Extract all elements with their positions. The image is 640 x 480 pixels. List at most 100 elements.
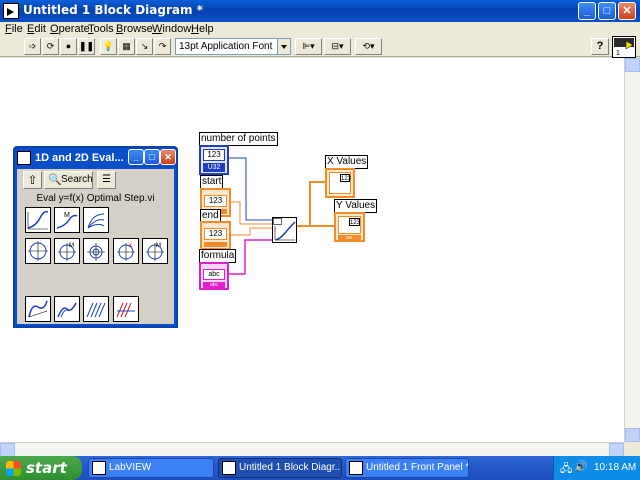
label-x-values[interactable]: X Values <box>325 155 369 169</box>
graph-curve-icon <box>273 218 296 241</box>
eval-polar-m-icon[interactable]: M <box>54 238 80 264</box>
maximize-button[interactable]: □ <box>598 2 616 20</box>
eval-polar-x-icon[interactable]: x <box>113 238 139 264</box>
menu-operate[interactable]: Operate <box>50 23 90 35</box>
scroll-right-button[interactable] <box>609 443 624 457</box>
eval-polar-mx-icon[interactable]: M <box>142 238 168 264</box>
task-label: Untitled 1 Block Diagr... <box>239 462 342 473</box>
eval-3d-mesh-icon[interactable] <box>83 296 109 322</box>
scroll-down-button[interactable] <box>625 428 640 442</box>
eval-x-y-icon[interactable]: M <box>54 207 80 233</box>
label-formula[interactable]: formula <box>199 249 237 263</box>
wire-x-values[interactable] <box>297 181 326 227</box>
minimize-button[interactable]: _ <box>578 2 596 20</box>
eval-3d-surface-icon[interactable] <box>25 296 51 322</box>
reorder-icon[interactable]: ⟲▾ <box>355 38 382 55</box>
eval-subvi-node[interactable] <box>272 217 297 243</box>
font-selector[interactable]: 13pt Application Font <box>175 38 291 55</box>
vi-name-label: Eval y=f(x) Optimal Step.vi <box>36 193 155 204</box>
task-labview[interactable]: LabVIEW <box>88 458 214 478</box>
align-objects-icon[interactable]: ⊫▾ <box>295 38 322 55</box>
labview-app-icon <box>92 461 106 475</box>
distribute-objects-icon[interactable]: ⊟▾ <box>324 38 351 55</box>
wire-end[interactable] <box>231 227 272 236</box>
string-type-badge: abc <box>203 282 225 288</box>
type-badge: U32 <box>203 163 225 172</box>
menu-file[interactable]: File <box>5 23 23 35</box>
terminal-end[interactable]: 123 <box>200 221 231 250</box>
step-over-icon[interactable]: ↷ <box>154 38 171 55</box>
task-front-panel[interactable]: Untitled 1 Front Panel * <box>345 458 469 478</box>
horizontal-scrollbar[interactable] <box>0 442 624 457</box>
terminal-number-of-points[interactable]: 123 U32 <box>199 145 229 175</box>
svg-text:M: M <box>64 212 70 219</box>
close-button[interactable]: ✕ <box>618 2 636 20</box>
labview-app-icon[interactable] <box>3 3 19 19</box>
taskbar: start LabVIEW Untitled 1 Block Diagr... … <box>0 456 640 480</box>
array-indicator-icon: 123 <box>329 172 351 194</box>
labview-app-icon <box>349 461 363 475</box>
run-continuous-icon[interactable]: ⟳ <box>42 38 59 55</box>
terminal-y-values[interactable]: 123 DBL <box>334 212 365 242</box>
title-bar[interactable]: Untitled 1 Block Diagram * _ □ ✕ <box>0 0 640 22</box>
menu-help[interactable]: Help <box>191 23 214 35</box>
start-label: start <box>26 459 67 477</box>
palette-body: ⇧ 🔍 Search ☰ Eval y=f(x) Optimal Step.vi… <box>17 169 174 324</box>
wire-number-of-points[interactable] <box>229 157 272 221</box>
wire-start[interactable] <box>231 201 272 225</box>
svg-text:M: M <box>69 243 74 249</box>
start-button[interactable]: start <box>0 456 82 480</box>
palette-app-icon <box>17 151 31 165</box>
menu-tools[interactable]: Tools <box>88 23 114 35</box>
block-diagram-canvas[interactable]: number of points 123 U32 start 123 end 1… <box>0 58 624 442</box>
clock[interactable]: 10:18 AM <box>594 462 636 473</box>
eval-optimal-step-icon[interactable] <box>25 207 51 233</box>
windows-flag-icon <box>6 461 21 476</box>
scroll-up-button[interactable] <box>625 58 640 72</box>
vi-connector-icon[interactable]: 1 <box>612 36 636 58</box>
step-into-icon[interactable]: ↘ <box>136 38 153 55</box>
menu-edit[interactable]: Edit <box>27 23 46 35</box>
palette-close-button[interactable]: ✕ <box>160 149 176 165</box>
palette-minimize-button[interactable]: _ <box>128 149 144 165</box>
highlight-execution-icon[interactable]: 💡 <box>100 38 117 55</box>
array-element: 123 <box>340 174 352 182</box>
system-tray: 🖧 🔊 10:18 AM <box>553 456 640 480</box>
terminal-formula[interactable]: abc abc <box>199 262 229 290</box>
numeric-icon: 123 <box>204 228 227 240</box>
scroll-left-button[interactable] <box>0 443 15 457</box>
pause-icon[interactable]: ❚❚ <box>78 38 95 55</box>
window-title: Untitled 1 Block Diagram * <box>23 3 203 17</box>
network-icon[interactable]: 🖧 <box>560 460 572 479</box>
dbl-type-badge: DBL <box>338 235 361 240</box>
context-help-button[interactable]: ? <box>591 38 609 55</box>
palette-maximize-button[interactable]: □ <box>144 149 160 165</box>
eval-3d-curve-icon[interactable] <box>54 296 80 322</box>
menu-browse[interactable]: Browse <box>116 23 153 35</box>
label-number-of-points[interactable]: number of points <box>199 132 278 146</box>
palette-options-icon[interactable]: ☰ <box>97 171 116 189</box>
run-arrow-icon[interactable]: ➩ <box>24 38 41 55</box>
eval-parametric-icon[interactable] <box>83 207 109 233</box>
task-block-diagram[interactable]: Untitled 1 Block Diagr... <box>218 458 342 478</box>
dbl-type-bar <box>204 242 227 247</box>
label-start[interactable]: start <box>200 175 224 189</box>
abort-icon[interactable]: ● <box>60 38 77 55</box>
label-y-values[interactable]: Y Values <box>334 199 378 213</box>
menu-window[interactable]: Window <box>152 23 191 35</box>
eval-polar-icon[interactable] <box>25 238 51 264</box>
task-label: LabVIEW <box>109 462 152 473</box>
palette-up-arrow-icon[interactable]: ⇧ <box>23 171 42 189</box>
svg-text:M: M <box>156 243 161 249</box>
eval-3d-contour-icon[interactable] <box>113 296 139 322</box>
svg-text:x: x <box>129 243 132 249</box>
vertical-scrollbar[interactable] <box>624 58 640 442</box>
volume-icon[interactable]: 🔊 <box>574 460 588 473</box>
eval-polar-step-icon[interactable] <box>83 238 109 264</box>
functions-palette-window[interactable]: 1D and 2D Eval... _ □ ✕ ⇧ 🔍 Search ☰ Eva… <box>13 146 178 328</box>
retain-wire-values-icon[interactable]: ▦ <box>118 38 135 55</box>
palette-search-button[interactable]: 🔍 Search <box>44 171 93 189</box>
chevron-down-icon[interactable] <box>277 39 290 54</box>
array-element: 123 <box>349 218 361 226</box>
terminal-x-values[interactable]: 123 <box>325 168 355 198</box>
